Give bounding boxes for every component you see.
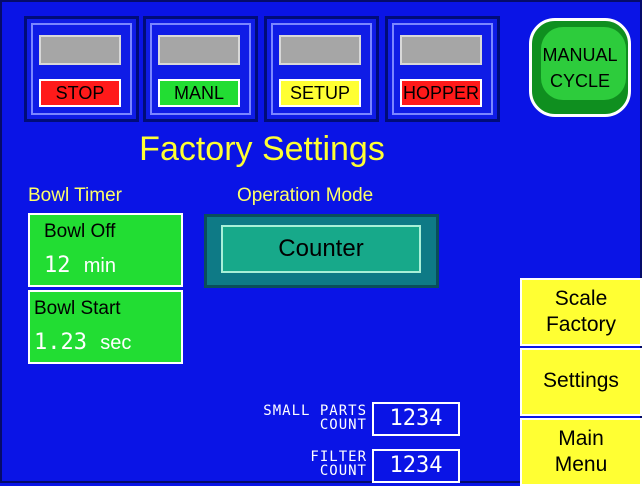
bowl-off-caption: Bowl Off — [44, 221, 116, 242]
main-menu-label-line2: Menu — [554, 453, 608, 476]
bowl-start-field[interactable]: Bowl Start 1.23 sec — [28, 290, 183, 364]
bowl-off-unit: min — [83, 255, 116, 277]
bowl-start-caption: Bowl Start — [34, 298, 121, 319]
bowl-start-unit: sec — [100, 332, 132, 354]
manual-cycle-label-line2: CYCLE — [549, 71, 611, 91]
setup-indicator-lamp — [279, 35, 361, 65]
bowl-off-field[interactable]: Bowl Off 12 min — [28, 213, 183, 287]
hmi-screen: STOP MANL SETUP HOPPER MANUAL CYCLE Fact… — [0, 0, 642, 486]
filter-label-line2: COUNT — [319, 463, 367, 479]
manl-status-label: MANL — [158, 79, 240, 107]
filter-label-line1: FILTER — [310, 449, 367, 465]
stop-indicator-lamp — [39, 35, 121, 65]
operation-mode-heading: Operation Mode — [237, 185, 374, 206]
small-parts-count-label: SMALL PARTS COUNT — [187, 404, 367, 432]
stop-status-label: STOP — [39, 79, 121, 107]
settings-label: Settings — [543, 369, 619, 392]
operation-mode-panel: Counter — [204, 214, 439, 288]
bowl-timer-heading: Bowl Timer — [28, 185, 122, 206]
bowl-off-value: 12 min — [44, 253, 116, 278]
status-manl: MANL — [143, 16, 258, 122]
small-parts-count-display: 1234 — [372, 402, 460, 436]
scale-factory-label-line2: Factory — [545, 313, 616, 336]
main-menu-button[interactable]: Main Menu — [520, 418, 642, 486]
manl-indicator-lamp — [158, 35, 240, 65]
setup-status-label: SETUP — [279, 79, 361, 107]
status-hopper: HOPPER — [385, 16, 500, 122]
status-stop: STOP — [24, 16, 139, 122]
hopper-indicator-lamp — [400, 35, 482, 65]
filter-count-label: FILTER COUNT — [187, 450, 367, 478]
scale-factory-button[interactable]: Scale Factory — [520, 278, 642, 346]
operation-mode-button[interactable]: Counter — [221, 225, 421, 273]
page-title: Factory Settings — [139, 130, 385, 168]
manual-cycle-label-line1: MANUAL — [542, 45, 618, 65]
settings-button[interactable]: Settings — [520, 348, 642, 416]
bowl-off-number: 12 — [44, 253, 71, 278]
status-setup: SETUP — [264, 16, 379, 122]
scale-factory-label-line1: Scale — [554, 287, 608, 310]
manual-cycle-button[interactable]: MANUAL CYCLE — [529, 18, 631, 117]
bowl-start-value: 1.23 sec — [34, 330, 131, 355]
small-parts-label-line1: SMALL PARTS — [263, 403, 367, 419]
hopper-status-label: HOPPER — [400, 79, 482, 107]
filter-count-display: 1234 — [372, 449, 460, 483]
small-parts-label-line2: COUNT — [319, 417, 367, 433]
main-menu-label-line1: Main — [558, 427, 604, 450]
bowl-start-number: 1.23 — [34, 330, 87, 355]
